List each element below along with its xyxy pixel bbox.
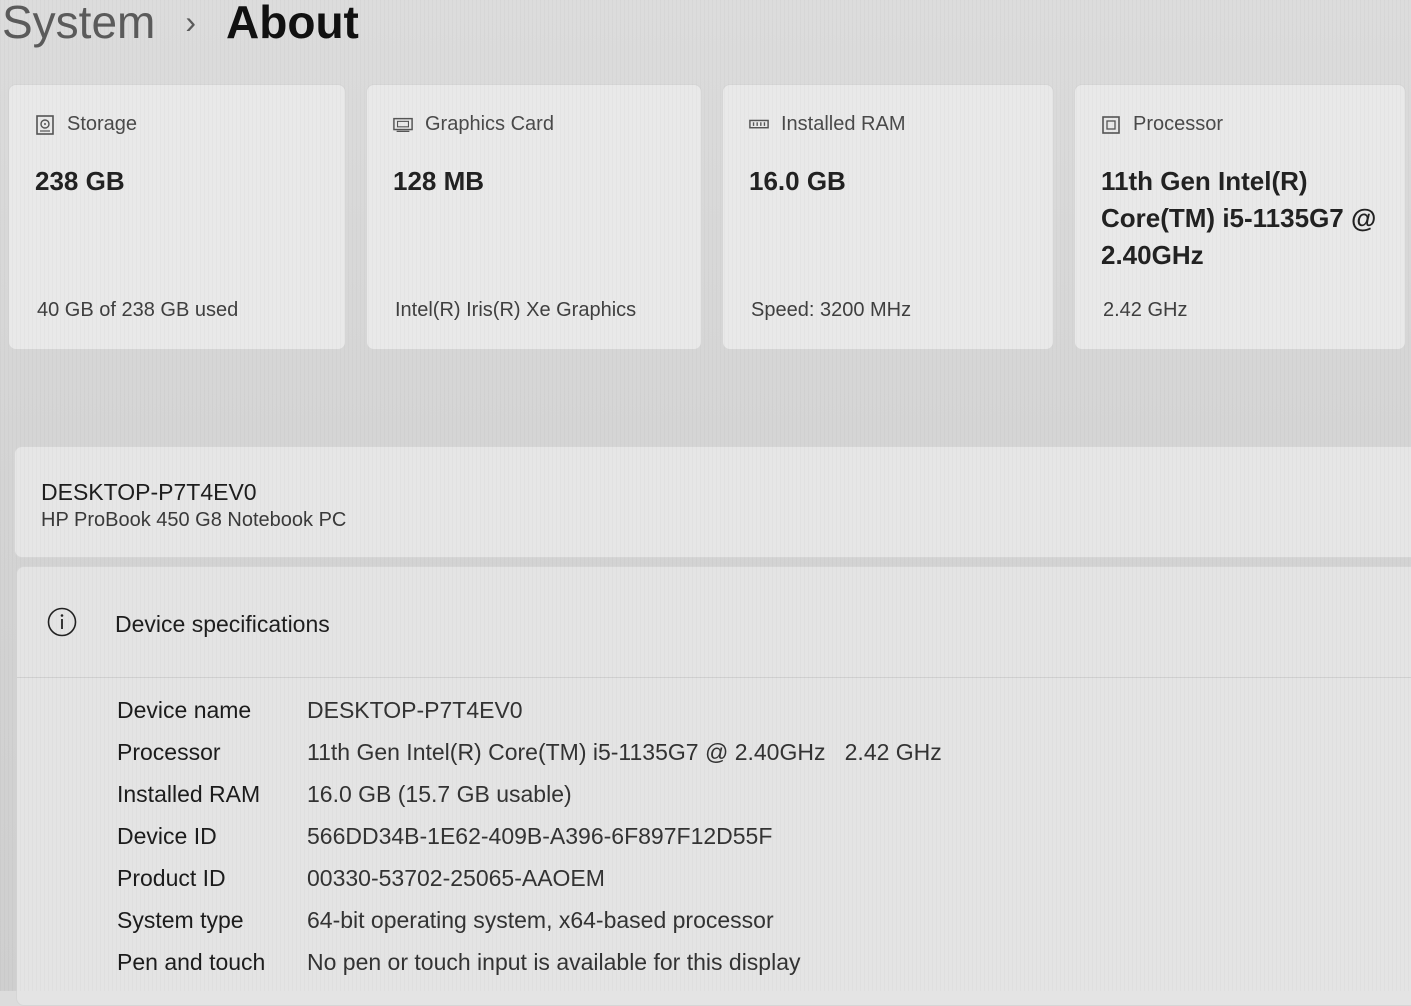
breadcrumb-separator: › [185,4,197,40]
storage-card: Storage 238 GB 40 GB of 238 GB used [8,84,346,350]
spec-value: 64-bit operating system, x64-based proce… [307,907,774,933]
spec-label: Product ID [117,865,226,891]
device-name: DESKTOP-P7T4EV0 [41,479,257,505]
storage-card-value: 238 GB [35,166,125,196]
processor-card-value-line: 2.40GHz [1101,240,1204,270]
spec-value: 16.0 GB (15.7 GB usable) [307,781,572,807]
device-name-panel[interactable]: DESKTOP-P7T4EV0 HP ProBook 450 G8 Notebo… [14,446,1411,558]
processor-card-value-line: 11th Gen Intel(R) [1101,166,1308,196]
breadcrumb-system-link[interactable]: System [2,0,155,50]
device-specifications-title: Device specifications [115,611,330,637]
spec-value: 00330-53702-25065-AAOEM [307,865,605,891]
spec-label: Processor [117,739,221,765]
ram-card-value: 16.0 GB [749,166,846,196]
ram-icon [749,115,769,135]
spec-label: Device ID [117,823,217,849]
spec-label: System type [117,907,244,933]
spec-row: System type 64-bit operating system, x64… [117,907,774,934]
spec-row: Pen and touch No pen or touch input is a… [117,949,801,976]
graphics-card-header: Graphics Card [393,113,554,136]
spec-row: Device ID 566DD34B-1E62-409B-A396-6F897F… [117,823,772,850]
storage-card-sub: 40 GB of 238 GB used [37,299,239,321]
graphics-card-icon [393,115,413,135]
spec-label: Pen and touch [117,949,266,975]
processor-card-header: Processor [1101,113,1223,136]
page-title: About [226,0,359,48]
spec-row: Processor 11th Gen Intel(R) Core(TM) i5-… [117,739,942,766]
processor-card-label: Processor [1133,113,1224,135]
storage-icon [35,114,55,135]
ram-card-label: Installed RAM [781,113,906,135]
ram-card-header: Installed RAM [749,113,906,136]
graphics-card-label: Graphics Card [425,113,554,135]
processor-icon [1101,115,1121,135]
graphics-card-card: Graphics Card 128 MB Intel(R) Iris(R) Xe… [366,84,702,350]
storage-card-header: Storage [35,113,137,136]
graphics-card-sub: Intel(R) Iris(R) Xe Graphics [395,299,637,321]
spec-row: Product ID 00330-53702-25065-AAOEM [117,865,605,892]
spec-value: DESKTOP-P7T4EV0 [307,697,523,723]
ram-card: Installed RAM 16.0 GB Speed: 3200 MHz [722,84,1054,350]
spec-value: No pen or touch input is available for t… [307,949,801,975]
spec-label: Installed RAM [117,781,261,807]
spec-label: Device name [117,697,252,723]
device-specifications-header[interactable]: Device specifications [17,567,1411,678]
ram-card-sub: Speed: 3200 MHz [751,299,912,321]
processor-card: Processor 11th Gen Intel(R) Core(TM) i5-… [1074,84,1406,350]
spec-row: Device name DESKTOP-P7T4EV0 [117,697,523,724]
spec-value: 11th Gen Intel(R) Core(TM) i5-1135G7 @ 2… [307,739,942,765]
spec-value: 566DD34B-1E62-409B-A396-6F897F12D55F [307,823,773,849]
info-icon [47,607,77,637]
storage-card-label: Storage [67,113,138,135]
breadcrumb: System › About [2,0,359,50]
processor-card-sub: 2.42 GHz [1103,299,1188,321]
spec-row: Installed RAM 16.0 GB (15.7 GB usable) [117,781,572,808]
graphics-card-value: 128 MB [393,166,485,196]
processor-card-value: 11th Gen Intel(R) Core(TM) i5-1135G7 @ 2… [1101,163,1376,274]
processor-card-value-line: Core(TM) i5-1135G7 @ [1101,203,1377,233]
device-model: HP ProBook 450 G8 Notebook PC [41,509,347,531]
device-specifications-panel: Device specifications Device name DESKTO… [16,566,1411,1006]
